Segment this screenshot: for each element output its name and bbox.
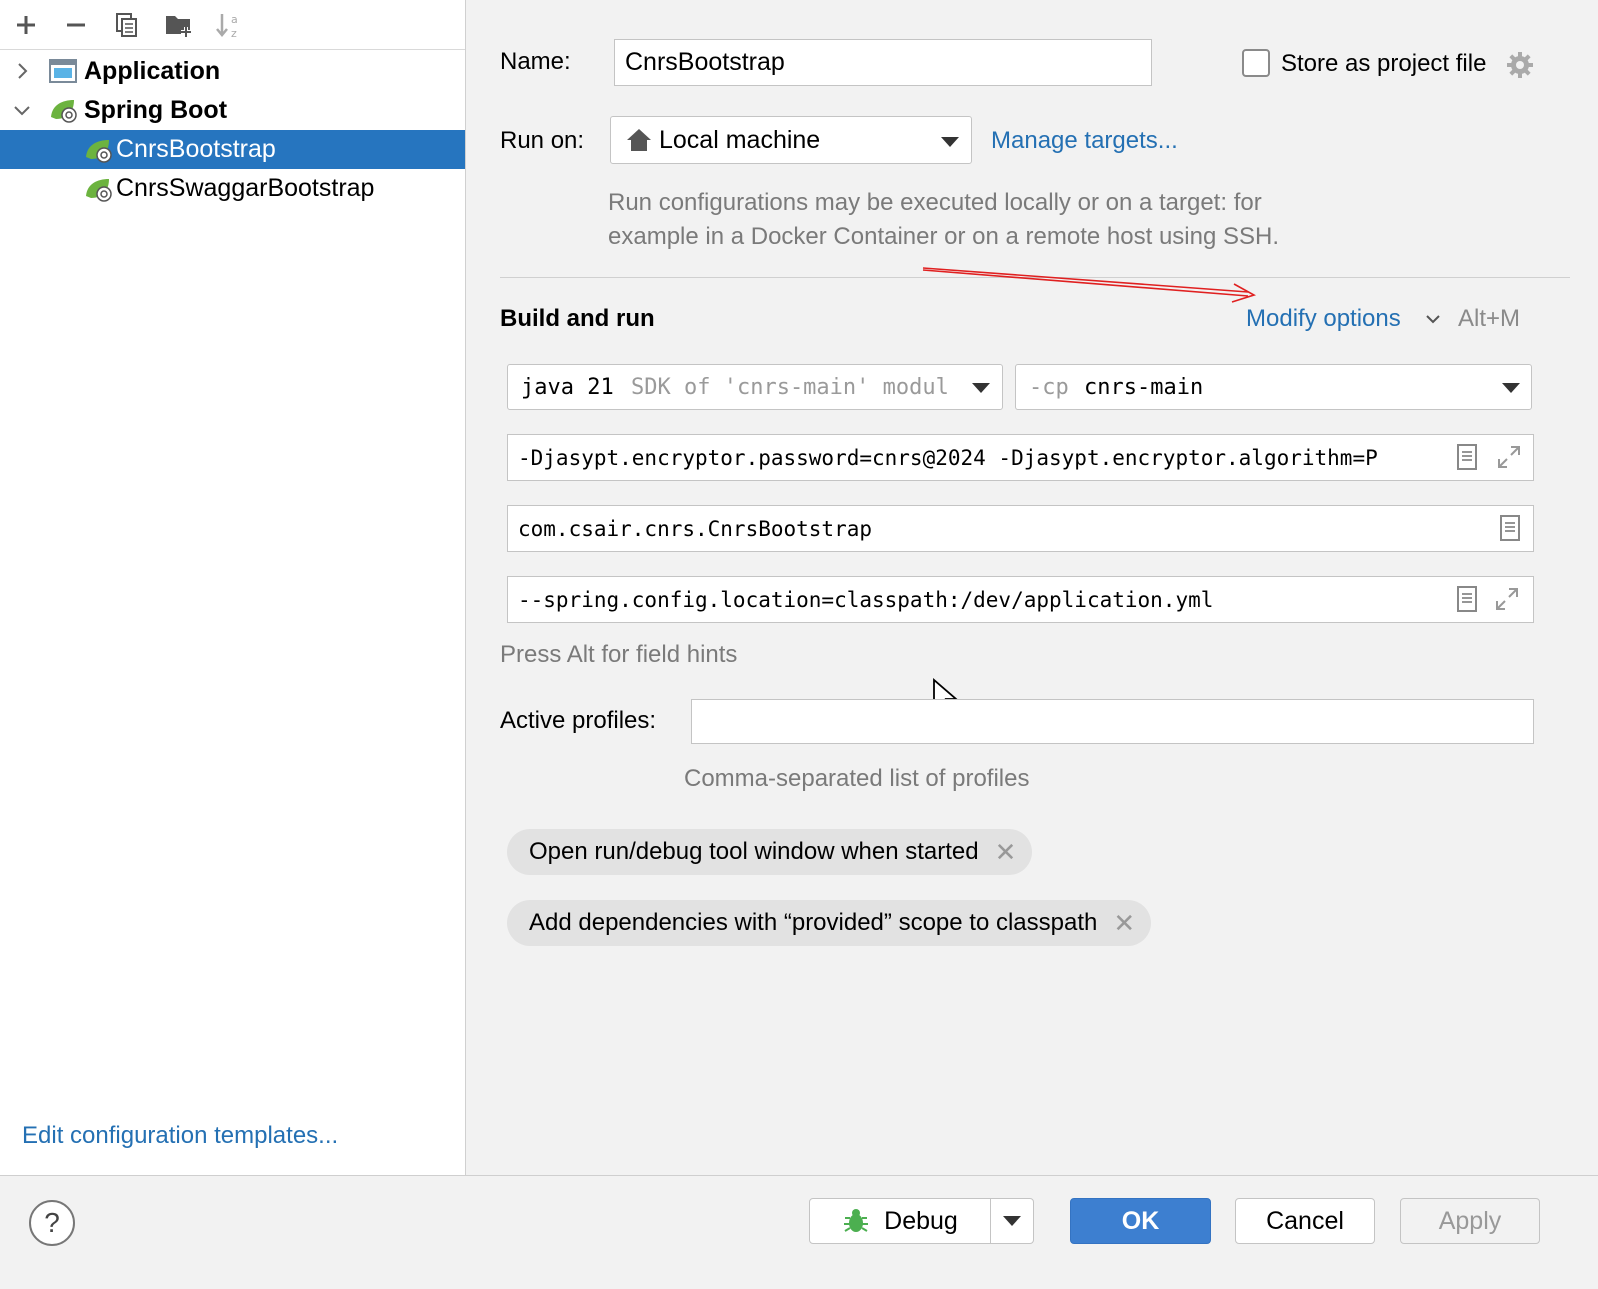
manage-targets-link[interactable]: Manage targets... (991, 127, 1178, 155)
new-folder-icon[interactable] (164, 10, 194, 40)
debug-label: Debug (884, 1206, 958, 1235)
expand-icon[interactable] (1494, 586, 1520, 612)
sidebar-toolbar: az (0, 0, 465, 50)
tree-item-spring-boot[interactable]: Spring Boot (0, 91, 465, 130)
bug-icon (844, 1209, 869, 1232)
tree-item-application[interactable]: Application (0, 52, 465, 91)
vm-options-input[interactable]: -Djasypt.encryptor.password=cnrs@2024 -D… (507, 434, 1534, 481)
debug-dropdown-button[interactable] (990, 1198, 1034, 1244)
chevron-down-icon[interactable] (1424, 312, 1442, 326)
svg-text:a: a (231, 13, 238, 26)
close-icon[interactable]: ✕ (1113, 908, 1135, 939)
svg-text:z: z (231, 27, 237, 40)
main-class-value: com.csair.cnrs.CnrsBootstrap (518, 516, 873, 541)
sdk-hint: SDK of 'cnrs-main' modul (631, 374, 949, 400)
chip-label: Open run/debug tool window when started (529, 838, 979, 865)
sdk-java-version: java 21 (521, 374, 614, 400)
help-button[interactable]: ? (29, 1200, 75, 1246)
active-profiles-label: Active profiles: (500, 707, 657, 734)
vm-options-value: -Djasypt.encryptor.password=cnrs@2024 -D… (518, 445, 1378, 470)
application-icon (49, 59, 77, 83)
active-profiles-hint: Comma-separated list of profiles (684, 765, 1030, 792)
gear-icon[interactable] (1505, 50, 1535, 80)
cancel-button[interactable]: Cancel (1235, 1198, 1375, 1244)
sdk-select[interactable]: java 21 SDK of 'cnrs-main' modul (507, 364, 1003, 410)
spring-boot-icon (51, 100, 77, 123)
modify-options-shortcut: Alt+M (1458, 305, 1521, 332)
main-class-input[interactable]: com.csair.cnrs.CnrsBootstrap (507, 505, 1534, 552)
plus-icon[interactable] (11, 10, 41, 40)
spring-boot-run-icon (86, 179, 112, 202)
name-label: Name: (500, 48, 571, 75)
run-on-select[interactable]: Local machine (610, 116, 972, 164)
dropdown-arrow-icon (1003, 1216, 1021, 1226)
option-chip-provided-scope: Add dependencies with “provided” scope t… (507, 900, 1152, 946)
close-icon[interactable]: ✕ (995, 837, 1017, 868)
chevron-down-icon[interactable] (12, 100, 32, 120)
spring-boot-run-icon (86, 140, 112, 163)
dropdown-arrow-icon (1502, 383, 1520, 393)
annotation-arrow-icon (922, 267, 1257, 303)
chip-label: Add dependencies with “provided” scope t… (529, 909, 1098, 936)
run-on-hint-line-1: Run configurations may be executed local… (608, 189, 1262, 216)
document-icon[interactable] (1499, 515, 1521, 541)
tree-item-label: Application (84, 57, 221, 85)
field-hints-text: Press Alt for field hints (500, 641, 738, 668)
chevron-right-icon[interactable] (12, 61, 32, 81)
debug-button[interactable]: Debug (809, 1198, 991, 1244)
option-chip-open-tool-window: Open run/debug tool window when started … (507, 829, 1033, 875)
dialog-button-bar: ? Debug OK Cancel Apply (0, 1175, 1598, 1289)
name-input[interactable]: CnrsBootstrap (614, 39, 1152, 86)
active-profiles-input[interactable] (691, 699, 1534, 744)
run-on-hint-line-2: example in a Docker Container or on a re… (608, 223, 1280, 250)
apply-button[interactable]: Apply (1400, 1198, 1540, 1244)
dropdown-arrow-icon (972, 383, 990, 393)
program-arguments-input[interactable]: --spring.config.location=classpath:/dev/… (507, 576, 1534, 623)
build-and-run-title: Build and run (500, 305, 655, 332)
copy-icon[interactable] (112, 10, 142, 40)
tree-item-cnrsbootstrap[interactable]: CnrsBootstrap (0, 130, 465, 169)
classpath-module-select[interactable]: -cp cnrs-main (1015, 364, 1532, 410)
ok-button[interactable]: OK (1070, 1198, 1211, 1244)
document-icon[interactable] (1456, 586, 1478, 612)
store-as-project-file-checkbox[interactable] (1242, 49, 1270, 77)
minus-icon[interactable] (61, 10, 91, 40)
dropdown-arrow-icon (941, 137, 959, 147)
program-arguments-value: --spring.config.location=classpath:/dev/… (518, 587, 1214, 612)
configurations-sidebar: az Application Spring Boot CnrsBootstrap… (0, 0, 466, 1175)
tree-item-cnrsswaggarbootstrap[interactable]: CnrsSwaggarBootstrap (0, 169, 465, 208)
home-icon (627, 129, 651, 151)
cp-prefix: -cp (1029, 374, 1069, 400)
tree-item-label: CnrsSwaggarBootstrap (116, 174, 375, 202)
run-on-label: Run on: (500, 127, 585, 154)
tree-item-label: Spring Boot (84, 96, 228, 124)
edit-configuration-templates-link[interactable]: Edit configuration templates... (22, 1122, 338, 1150)
cp-module: cnrs-main (1084, 374, 1204, 400)
expand-icon[interactable] (1496, 444, 1522, 470)
run-on-value: Local machine (659, 125, 821, 154)
sort-az-icon[interactable]: az (214, 10, 244, 40)
store-as-project-file-label: Store as project file (1281, 50, 1487, 77)
modify-options-link[interactable]: Modify options (1246, 305, 1401, 333)
document-icon[interactable] (1456, 444, 1478, 470)
tree-item-label: CnrsBootstrap (116, 135, 276, 163)
